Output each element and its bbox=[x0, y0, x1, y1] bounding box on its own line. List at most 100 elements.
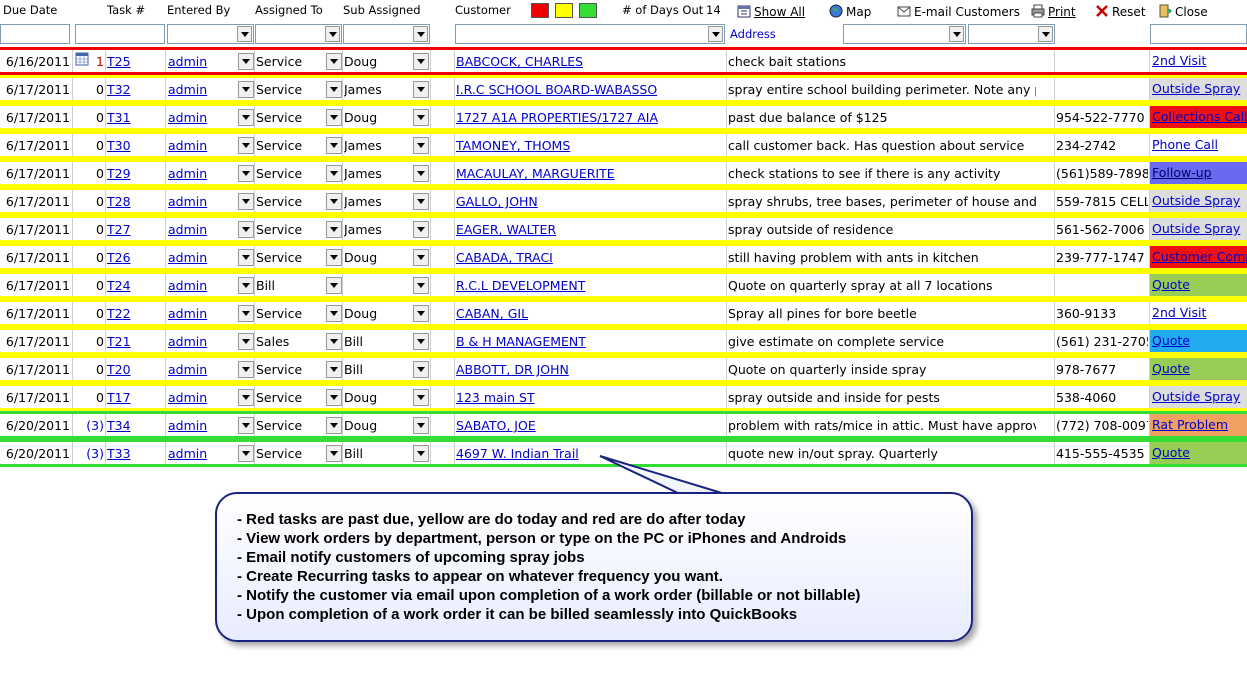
chevron-down-icon[interactable] bbox=[326, 109, 342, 126]
sub-assigned-select[interactable]: Doug bbox=[344, 109, 412, 127]
chevron-down-icon[interactable] bbox=[413, 389, 429, 406]
task-number-link[interactable]: T28 bbox=[107, 193, 163, 211]
header-task-number[interactable]: Task # bbox=[107, 0, 145, 20]
chevron-down-icon[interactable] bbox=[238, 221, 254, 238]
header-entered-by[interactable]: Entered By bbox=[167, 0, 230, 20]
entered-by-link[interactable]: admin bbox=[168, 445, 236, 463]
assigned-to-select[interactable]: Bill bbox=[256, 277, 324, 295]
chevron-down-icon[interactable] bbox=[238, 249, 254, 266]
assigned-to-select[interactable]: Service bbox=[256, 53, 324, 71]
entered-by-link[interactable]: admin bbox=[168, 417, 236, 435]
entered-by-link[interactable]: admin bbox=[168, 249, 236, 267]
chevron-down-icon[interactable] bbox=[413, 221, 429, 238]
assigned-to-select[interactable]: Service bbox=[256, 137, 324, 155]
chevron-down-icon[interactable] bbox=[413, 417, 429, 434]
chevron-down-icon[interactable] bbox=[413, 445, 429, 462]
chevron-down-icon[interactable] bbox=[238, 417, 254, 434]
assigned-to-select[interactable]: Sales bbox=[256, 333, 324, 351]
customer-link[interactable]: R.C.L DEVELOPMENT bbox=[456, 277, 724, 295]
task-type-link[interactable]: 2nd Visit bbox=[1150, 50, 1247, 72]
customer-link[interactable]: SABATO, JOE bbox=[456, 417, 724, 435]
assigned-to-select[interactable]: Service bbox=[256, 109, 324, 127]
table-row[interactable]: 6/17/2011 0 T17 admin Service Doug 123 main ST… bbox=[0, 383, 1247, 411]
entered-by-link[interactable]: admin bbox=[168, 53, 236, 71]
table-row[interactable]: 6/17/2011 0 T27 admin Service James EAGER, WAL… bbox=[0, 215, 1247, 243]
chevron-down-icon[interactable] bbox=[326, 277, 342, 294]
chevron-down-icon[interactable] bbox=[238, 81, 254, 98]
customer-link[interactable]: TAMONEY, THOMS bbox=[456, 137, 724, 155]
chevron-down-icon[interactable] bbox=[238, 53, 254, 70]
chevron-down-icon[interactable] bbox=[326, 137, 342, 154]
entered-by-link[interactable]: admin bbox=[168, 361, 236, 379]
sub-assigned-select[interactable]: Doug bbox=[344, 53, 412, 71]
chevron-down-icon[interactable] bbox=[238, 109, 254, 126]
task-type-link[interactable]: Collections Call bbox=[1150, 106, 1247, 128]
sub-assigned-select[interactable]: James bbox=[344, 193, 412, 211]
chevron-down-icon[interactable] bbox=[326, 417, 342, 434]
address-filter-label[interactable]: Address bbox=[730, 26, 776, 42]
sub-assigned-select[interactable]: James bbox=[344, 81, 412, 99]
sub-assigned-select[interactable]: Bill bbox=[344, 361, 412, 379]
due-date-filter[interactable] bbox=[0, 24, 70, 44]
chevron-down-icon[interactable] bbox=[326, 249, 342, 266]
task-number-link[interactable]: T32 bbox=[107, 81, 163, 99]
task-number-link[interactable]: T21 bbox=[107, 333, 163, 351]
assigned-to-select[interactable]: Service bbox=[256, 165, 324, 183]
entered-by-link[interactable]: admin bbox=[168, 193, 236, 211]
green-filter-swatch[interactable] bbox=[579, 3, 597, 18]
task-type-link[interactable]: 2nd Visit bbox=[1150, 302, 1247, 324]
task-number-link[interactable]: T17 bbox=[107, 389, 163, 407]
table-row[interactable]: 6/17/2011 0 T26 admin Service Doug CABADA, TRA… bbox=[0, 243, 1247, 271]
task-type-link[interactable]: Quote bbox=[1150, 358, 1247, 380]
customer-link[interactable]: 1727 A1A PROPERTIES/1727 AIA bbox=[456, 109, 724, 127]
table-row[interactable]: 6/17/2011 0 T29 admin Service James MACAULAY, … bbox=[0, 159, 1247, 187]
phone-filter[interactable] bbox=[843, 24, 966, 44]
chevron-down-icon[interactable] bbox=[413, 361, 429, 378]
customer-link[interactable]: B & H MANAGEMENT bbox=[456, 333, 724, 351]
sub-assigned-select[interactable]: James bbox=[344, 221, 412, 239]
sub-assigned-filter[interactable] bbox=[343, 24, 430, 44]
chevron-down-icon[interactable] bbox=[238, 165, 254, 182]
chevron-down-icon[interactable] bbox=[326, 389, 342, 406]
assigned-to-select[interactable]: Service bbox=[256, 305, 324, 323]
table-row[interactable]: 6/20/2011 (3) T34 admin Service Doug SABATO, J… bbox=[0, 411, 1247, 439]
sub-assigned-select[interactable]: Doug bbox=[344, 249, 412, 267]
task-type-link[interactable]: Outside Spray bbox=[1150, 190, 1247, 212]
chevron-down-icon[interactable] bbox=[413, 305, 429, 322]
task-type-link[interactable]: Outside Spray bbox=[1150, 386, 1247, 408]
type-filter[interactable] bbox=[1150, 24, 1247, 44]
entered-by-link[interactable]: admin bbox=[168, 165, 236, 183]
entered-by-link[interactable]: admin bbox=[168, 305, 236, 323]
sub-assigned-select[interactable]: Doug bbox=[344, 389, 412, 407]
customer-link[interactable]: CABADA, TRACI bbox=[456, 249, 724, 267]
task-number-link[interactable]: T33 bbox=[107, 445, 163, 463]
customer-link[interactable]: MACAULAY, MARGUERITE bbox=[456, 165, 724, 183]
task-number-link[interactable]: T31 bbox=[107, 109, 163, 127]
chevron-down-icon[interactable] bbox=[326, 221, 342, 238]
sub-assigned-select[interactable]: Doug bbox=[344, 417, 412, 435]
task-type-link[interactable]: Quote bbox=[1150, 442, 1247, 464]
customer-link[interactable]: GALLO, JOHN bbox=[456, 193, 724, 211]
table-row[interactable]: 6/17/2011 0 T22 admin Service Doug CABAN, GIL S… bbox=[0, 299, 1247, 327]
task-number-link[interactable]: T26 bbox=[107, 249, 163, 267]
header-due-date[interactable]: Due Date bbox=[3, 0, 57, 20]
chevron-down-icon[interactable] bbox=[326, 361, 342, 378]
chevron-down-icon[interactable] bbox=[238, 389, 254, 406]
email-customers-button[interactable]: E-mail Customers bbox=[897, 3, 1020, 21]
chevron-down-icon[interactable] bbox=[238, 361, 254, 378]
chevron-down-icon[interactable] bbox=[238, 305, 254, 322]
entered-by-link[interactable]: admin bbox=[168, 389, 236, 407]
assigned-to-filter[interactable] bbox=[255, 24, 342, 44]
customer-link[interactable]: 123 main ST bbox=[456, 389, 724, 407]
assigned-to-select[interactable]: Service bbox=[256, 193, 324, 211]
print-button[interactable]: Print bbox=[1031, 3, 1076, 21]
chevron-down-icon[interactable] bbox=[326, 445, 342, 462]
sub-assigned-select[interactable]: James bbox=[344, 137, 412, 155]
task-type-link[interactable]: Outside Spray bbox=[1150, 218, 1247, 240]
task-type-link[interactable]: Outside Spray bbox=[1150, 78, 1247, 100]
chevron-down-icon[interactable] bbox=[238, 333, 254, 350]
days-out-value[interactable]: 14 bbox=[706, 0, 721, 20]
task-type-link[interactable]: Rat Problem bbox=[1150, 414, 1247, 436]
table-row[interactable]: 6/17/2011 0 T30 admin Service James TAMONEY, T… bbox=[0, 131, 1247, 159]
sub-assigned-select[interactable] bbox=[344, 277, 412, 295]
